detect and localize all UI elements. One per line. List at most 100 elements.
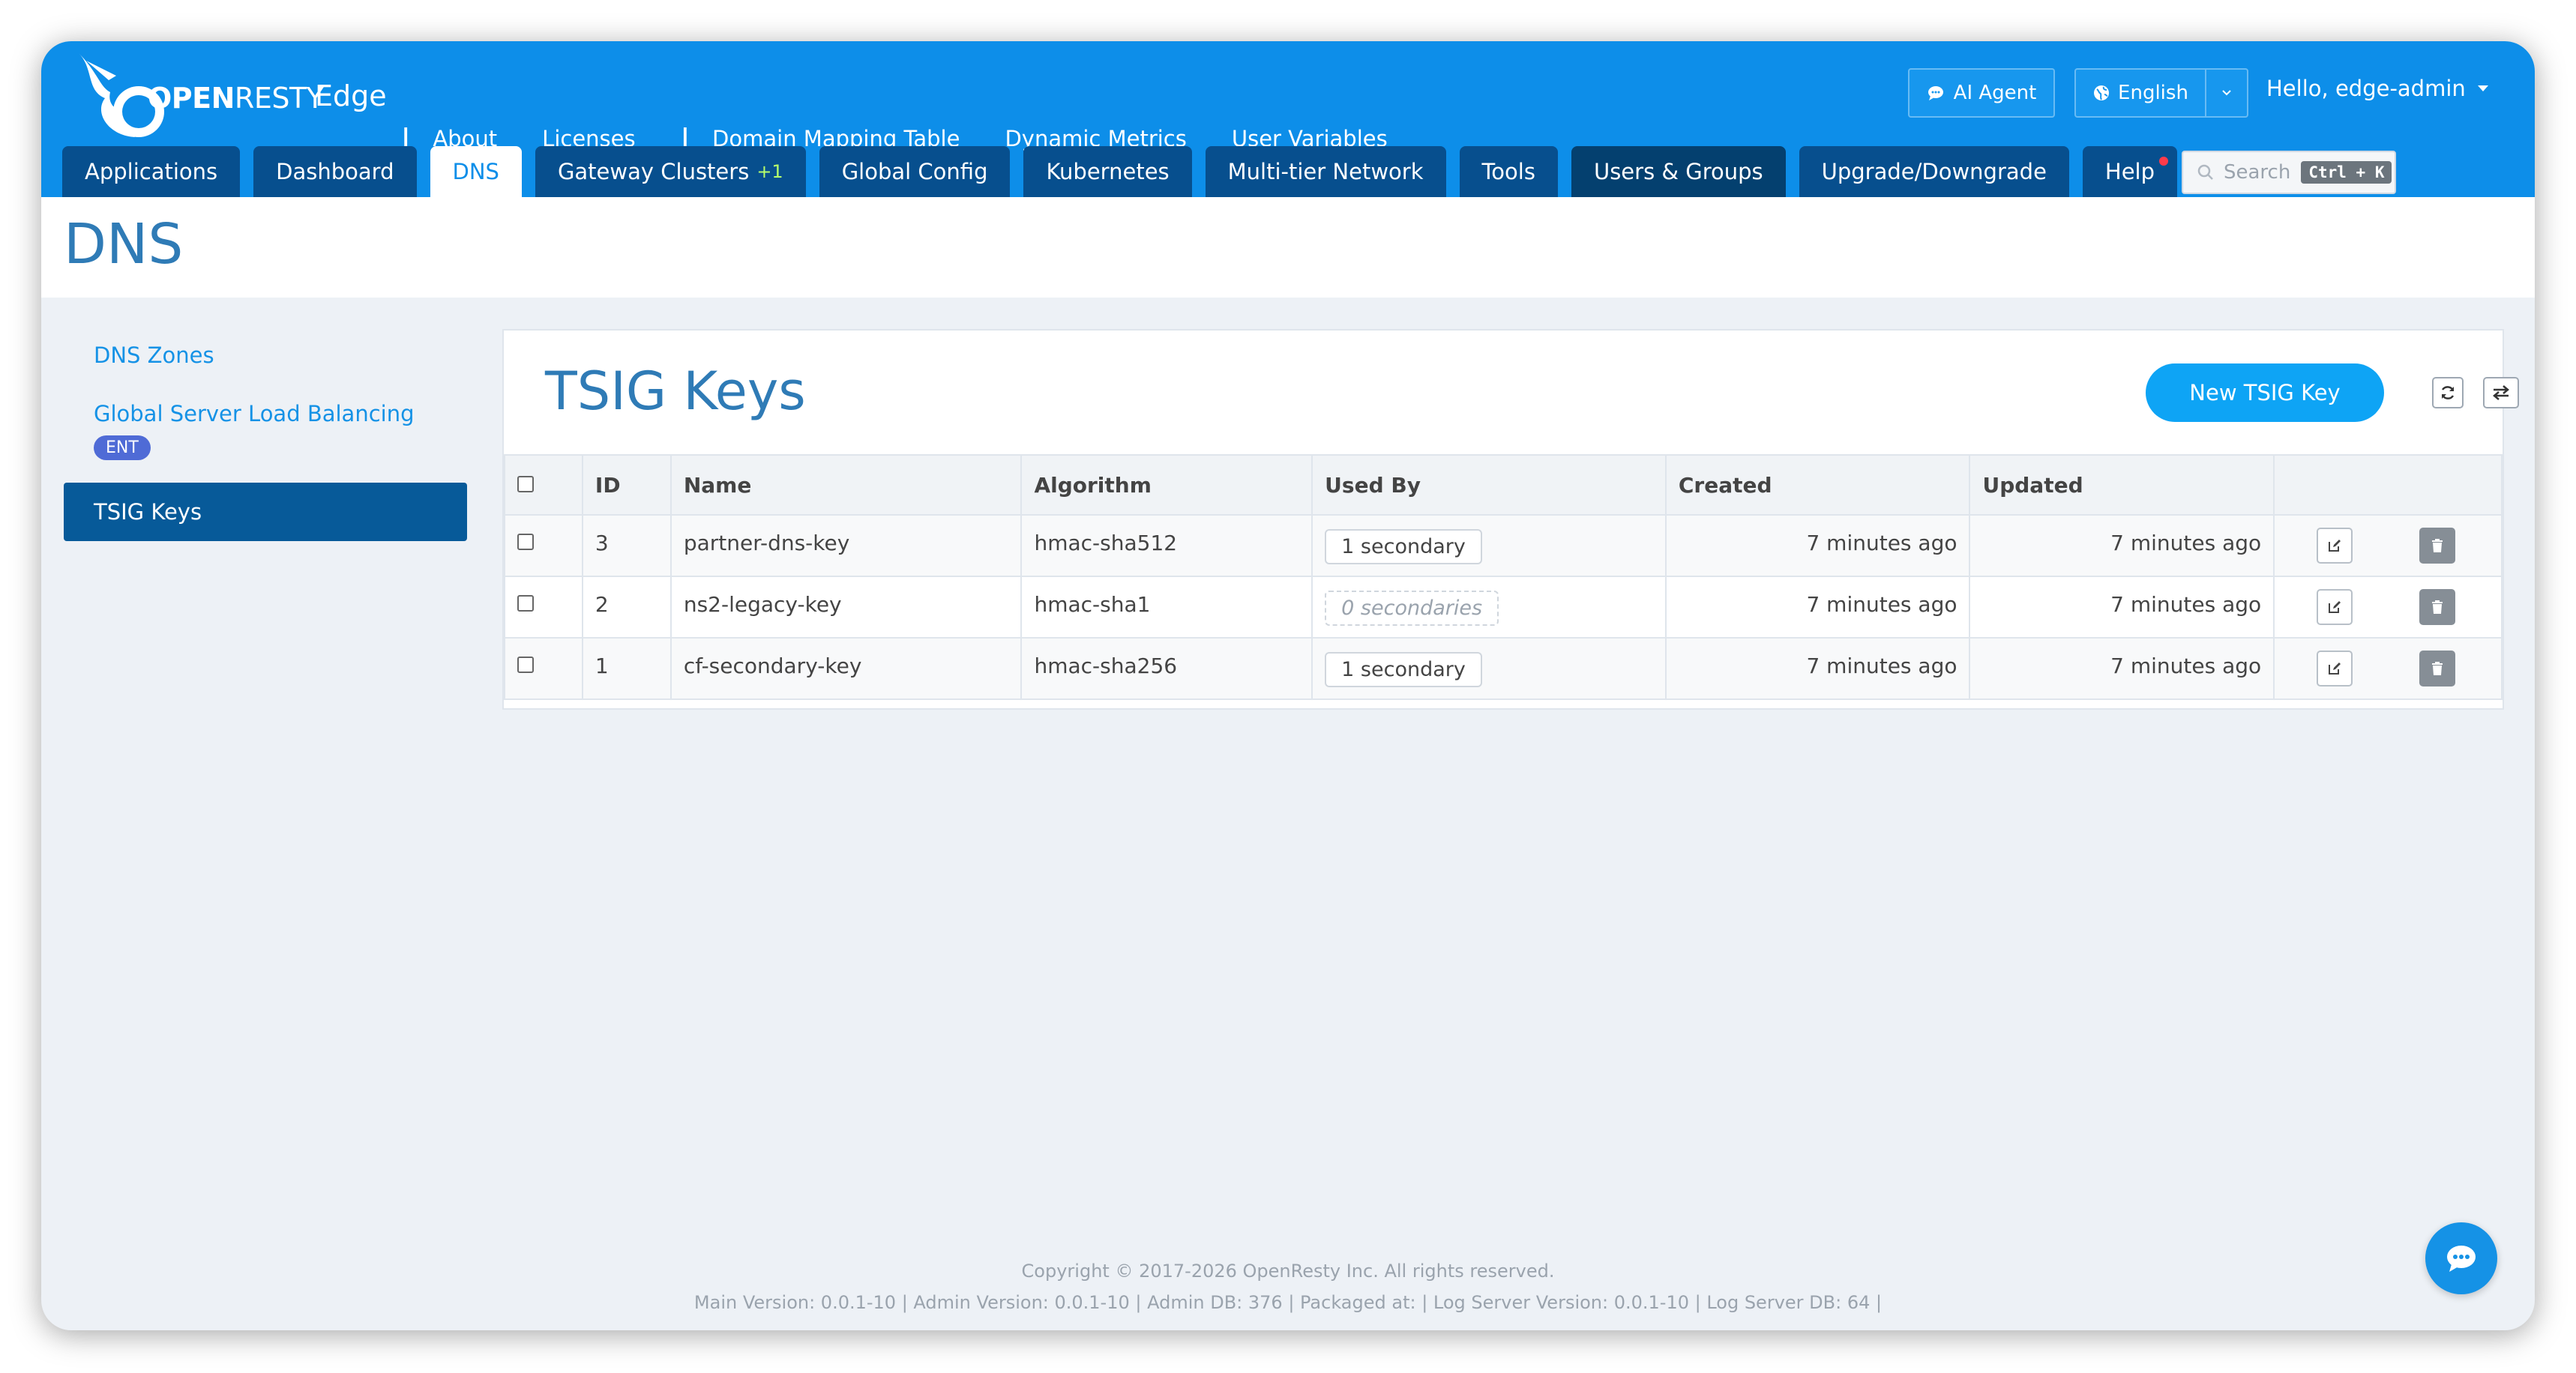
caret-down-icon (2477, 85, 2488, 91)
used-by-badge[interactable]: 1 secondary (1325, 529, 1482, 564)
used-by-badge: 0 secondaries (1325, 591, 1499, 626)
search-icon (2197, 164, 2213, 180)
delete-button[interactable] (2419, 651, 2456, 686)
tab-tools[interactable]: Tools (1459, 146, 1558, 197)
cell-actions (2273, 576, 2503, 639)
tab-help[interactable]: Help (2082, 146, 2178, 197)
footer-versions: Main Version: 0.0.1-10 | Admin Version: … (693, 1292, 1883, 1313)
ai-agent-label: AI Agent (1953, 82, 2037, 104)
edit-icon (2329, 663, 2341, 675)
column-header-actions (2273, 454, 2503, 516)
logo-product: Edge (315, 79, 387, 112)
trash-icon (2432, 662, 2443, 675)
tab-dns[interactable]: DNS (430, 146, 522, 197)
language-selector[interactable]: English (2074, 68, 2248, 118)
tsig-keys-panel: TSIG Keys New TSIG Key ID Name Algorithm… (502, 329, 2519, 710)
delete-button[interactable] (2419, 528, 2456, 564)
table-row: 3 partner-dns-key hmac-sha512 1 secondar… (504, 514, 2503, 577)
logo-text: OPENRESTY (148, 82, 324, 115)
cell-actions (2273, 514, 2503, 577)
sidebar-item-gslb[interactable]: Global Server Load Balancing ENT (64, 384, 467, 477)
column-header-created[interactable]: Created (1664, 454, 1971, 516)
row-select-cell (504, 576, 583, 639)
chat-widget-button[interactable] (2425, 1222, 2497, 1294)
search-placeholder: Search (2224, 161, 2291, 184)
trash-icon (2432, 539, 2443, 552)
enterprise-badge: ENT (94, 435, 151, 460)
sidebar-item-dns-zones[interactable]: DNS Zones (64, 326, 467, 384)
select-all-cell (504, 454, 583, 516)
language-button[interactable]: English (2076, 70, 2205, 116)
app-window: OPENRESTY Edge | About Licenses | Domain… (41, 41, 2535, 1330)
language-dropdown-toggle[interactable] (2205, 70, 2247, 116)
column-header-name[interactable]: Name (669, 454, 1023, 516)
edit-button[interactable] (2317, 528, 2353, 564)
table-row: 2 ns2-legacy-key hmac-sha1 0 secondaries… (504, 576, 2503, 639)
delete-button[interactable] (2419, 589, 2456, 625)
refresh-button[interactable] (2432, 377, 2464, 408)
cell-id: 1 (581, 637, 672, 700)
edit-icon (2329, 540, 2341, 552)
main-tabs: Applications Dashboard DNS Gateway Clust… (62, 146, 2191, 197)
footer: Copyright © 2017-2026 OpenResty Inc. All… (41, 1255, 2535, 1318)
cell-created: 7 minutes ago (1664, 637, 1971, 700)
logo[interactable]: OPENRESTY Edge (64, 46, 409, 143)
cell-updated: 7 minutes ago (1969, 576, 2275, 639)
user-menu[interactable]: Hello, edge-admin (2266, 76, 2488, 101)
cell-algorithm: hmac-sha512 (1020, 514, 1313, 577)
cell-updated: 7 minutes ago (1969, 514, 2275, 577)
cell-updated: 7 minutes ago (1969, 637, 2275, 700)
edit-icon (2329, 601, 2341, 613)
edit-button[interactable] (2317, 651, 2353, 686)
cell-id: 2 (581, 576, 672, 639)
tsig-keys-table: ID Name Algorithm Used By Created Update… (504, 454, 2503, 700)
cell-created: 7 minutes ago (1664, 514, 1971, 577)
refresh-icon (2441, 386, 2455, 399)
column-header-id[interactable]: ID (581, 454, 672, 516)
tab-users-groups[interactable]: Users & Groups (1571, 146, 1786, 197)
sidebar: DNS Zones Global Server Load Balancing E… (64, 326, 467, 541)
column-header-algorithm[interactable]: Algorithm (1020, 454, 1313, 516)
header: OPENRESTY Edge | About Licenses | Domain… (41, 41, 2535, 197)
toggle-columns-button[interactable] (2483, 377, 2519, 408)
new-tsig-key-button[interactable]: New TSIG Key (2146, 363, 2384, 422)
cell-name: cf-secondary-key (669, 637, 1023, 700)
search-shortcut: Ctrl + K (2301, 161, 2392, 184)
notification-dot (2159, 157, 2169, 166)
row-checkbox[interactable] (517, 534, 534, 550)
tab-dashboard[interactable]: Dashboard (253, 146, 417, 197)
chat-bubble-icon (1928, 86, 1943, 100)
cell-actions (2273, 637, 2503, 700)
search-input[interactable]: Search Ctrl + K (2182, 151, 2396, 194)
tab-help-label: Help (2104, 159, 2155, 184)
cell-used-by: 0 secondaries (1311, 576, 1667, 639)
tab-multitier-network[interactable]: Multi-tier Network (1205, 146, 1446, 197)
tab-gateway-clusters[interactable]: Gateway Clusters +1 (535, 146, 806, 197)
cell-algorithm: hmac-sha1 (1020, 576, 1313, 639)
cell-id: 3 (581, 514, 672, 577)
table-row: 1 cf-secondary-key hmac-sha256 1 seconda… (504, 637, 2503, 700)
table-header-row: ID Name Algorithm Used By Created Update… (504, 454, 2503, 516)
used-by-badge[interactable]: 1 secondary (1325, 652, 1482, 687)
edit-button[interactable] (2317, 589, 2353, 625)
sidebar-item-tsig-keys[interactable]: TSIG Keys (64, 483, 467, 541)
tab-upgrade-downgrade[interactable]: Upgrade/Downgrade (1799, 146, 2069, 197)
cell-algorithm: hmac-sha256 (1020, 637, 1313, 700)
row-checkbox[interactable] (517, 657, 534, 673)
select-all-checkbox[interactable] (517, 475, 534, 492)
title-band: DNS (41, 197, 2535, 298)
tab-global-config[interactable]: Global Config (819, 146, 1011, 197)
column-header-updated[interactable]: Updated (1969, 454, 2275, 516)
ai-agent-button[interactable]: AI Agent (1908, 68, 2055, 118)
row-select-cell (504, 637, 583, 700)
column-header-used-by[interactable]: Used By (1311, 454, 1667, 516)
tab-kubernetes[interactable]: Kubernetes (1023, 146, 1192, 197)
gateway-clusters-badge: +1 (756, 161, 783, 182)
sidebar-item-gslb-label: Global Server Load Balancing (94, 401, 415, 426)
trash-icon (2432, 600, 2443, 614)
row-checkbox[interactable] (517, 595, 534, 612)
cell-name: ns2-legacy-key (669, 576, 1023, 639)
cell-used-by: 1 secondary (1311, 637, 1667, 700)
cell-name: partner-dns-key (669, 514, 1023, 577)
tab-applications[interactable]: Applications (62, 146, 241, 197)
